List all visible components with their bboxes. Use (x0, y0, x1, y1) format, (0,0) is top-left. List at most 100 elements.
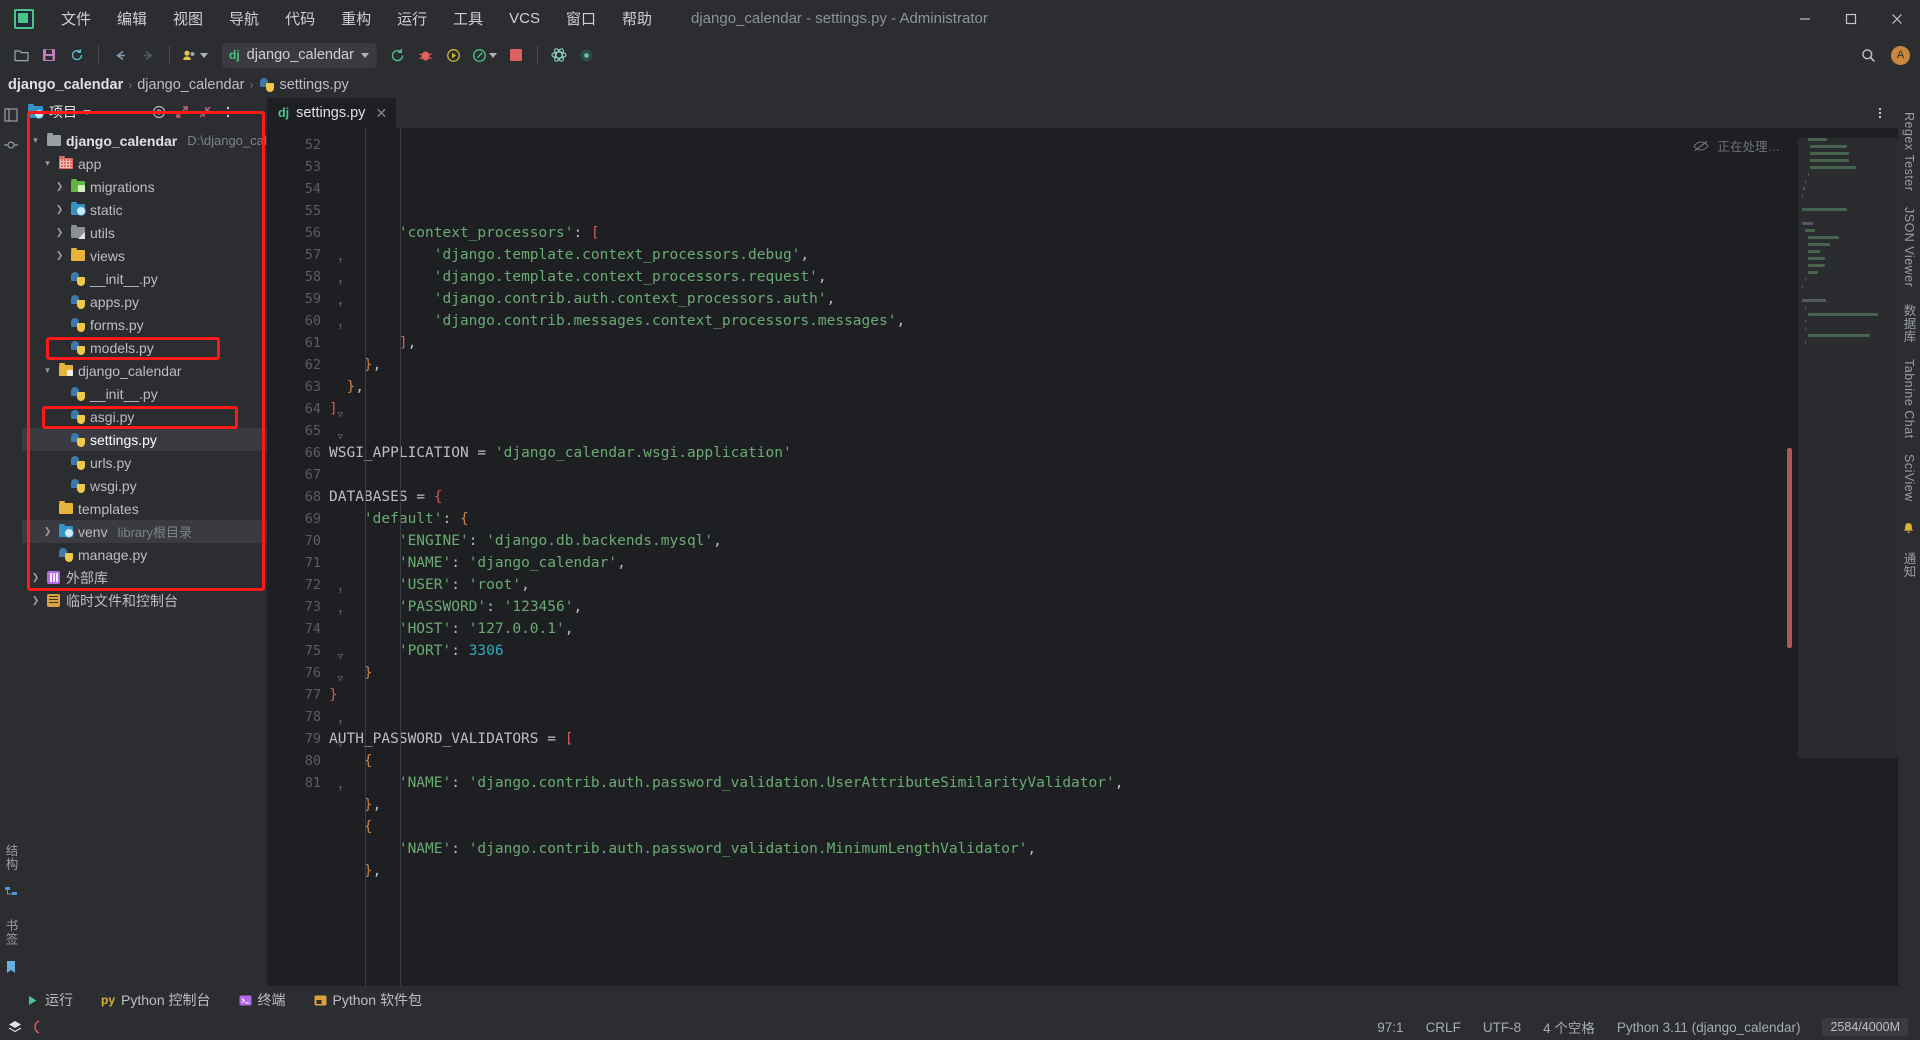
rerun-icon[interactable] (385, 42, 411, 68)
menu-item-tools[interactable]: 工具 (440, 4, 496, 33)
search-icon[interactable] (1855, 42, 1881, 68)
structure-tool-label[interactable]: 结构 (2, 844, 21, 871)
line-number[interactable]: 69 (267, 508, 329, 530)
menu-item-window[interactable]: 窗口 (553, 4, 609, 33)
line-number[interactable]: 73 ↑ (267, 596, 343, 618)
sciview-tool-label[interactable]: SciView (1902, 454, 1916, 502)
project-tree[interactable]: ▾ django_calendar D:\django_calendar ▾ app ❯ m… (22, 126, 267, 986)
tree-node-urls-py[interactable]: urls.py (22, 451, 267, 474)
code-editor[interactable]: 52 53 54 55 56 57 ↑ 58 ↑ 59 ↑ 60 ↑ 61 62 63 64 ▽ 65 ▽ 66 67 68… (267, 128, 1898, 986)
bottom-tab-python-console[interactable]: py Python 控制台 (97, 988, 215, 1012)
menu-item-help[interactable]: 帮助 (609, 4, 665, 33)
line-number[interactable]: 74 (267, 618, 329, 640)
chevron-right-icon[interactable]: ❯ (54, 227, 65, 238)
code-line[interactable] (329, 706, 1798, 728)
breadcrumb-root[interactable]: django_calendar (8, 77, 123, 93)
editor-minimap[interactable] (1798, 128, 1898, 986)
code-line[interactable]: 'default': { (329, 508, 1798, 530)
tree-node-utils[interactable]: ❯ utils (22, 221, 267, 244)
menu-item-vcs[interactable]: VCS (496, 6, 553, 31)
tree-node-django_calendar[interactable]: ▾ django_calendar (22, 359, 267, 382)
json-viewer-tool-label[interactable]: JSON Viewer (1902, 207, 1916, 287)
stop-icon[interactable] (503, 42, 529, 68)
code-line[interactable] (329, 464, 1798, 486)
code-line[interactable]: 'django.contrib.messages.context_process… (329, 310, 1798, 332)
code-line[interactable]: 'PORT': 3306 (329, 640, 1798, 662)
line-separator[interactable]: CRLF (1426, 1020, 1461, 1035)
code-line[interactable]: 'ENGINE': 'django.db.backends.mysql', (329, 530, 1798, 552)
tree-node-settings-py[interactable]: settings.py (22, 428, 267, 451)
line-number[interactable]: 65 ▽ (267, 420, 343, 442)
line-number[interactable]: 60 ↑ (267, 310, 343, 332)
python-interpreter[interactable]: Python 3.11 (django_calendar) (1617, 1020, 1801, 1035)
line-number[interactable]: 80 (267, 750, 329, 772)
hide-panel-icon[interactable] (241, 102, 261, 122)
code-line[interactable]: }, (329, 794, 1798, 816)
tree-node--[interactable]: ❯ 临时文件和控制台 (22, 589, 267, 612)
code-line[interactable]: } (329, 662, 1798, 684)
chevron-down-icon[interactable]: ▾ (30, 135, 41, 146)
line-number[interactable]: 59 ↑ (267, 288, 343, 310)
chevron-right-icon[interactable]: ❯ (54, 204, 65, 215)
menu-item-refactor[interactable]: 重构 (328, 4, 384, 33)
line-number[interactable]: 57 ↑ (267, 244, 343, 266)
code-line[interactable]: WSGI_APPLICATION = 'django_calendar.wsgi… (329, 442, 1798, 464)
tab-more-options-icon[interactable] (1870, 103, 1890, 123)
file-encoding[interactable]: UTF-8 (1483, 1020, 1521, 1035)
vcs-update-icon[interactable] (178, 42, 212, 68)
tree-node-__init__-py[interactable]: __init__.py (22, 267, 267, 290)
tree-node-django_calendar[interactable]: ▾ django_calendar D:\django_calendar (22, 129, 267, 152)
editor-scrollbar-thumb[interactable] (1787, 448, 1792, 648)
tree-node-app[interactable]: ▾ app (22, 152, 267, 175)
code-line[interactable]: }, (329, 860, 1798, 882)
code-line[interactable]: }, (329, 376, 1798, 398)
sync-icon[interactable] (64, 42, 90, 68)
code-line[interactable]: 'django.template.context_processors.requ… (329, 266, 1798, 288)
python-packages-icon[interactable] (546, 42, 572, 68)
notifications-icon[interactable] (1902, 522, 1916, 536)
code-line[interactable]: 'PASSWORD': '123456', (329, 596, 1798, 618)
breadcrumb-file[interactable]: settings.py (279, 77, 348, 93)
editor-tab-settings-py[interactable]: dj settings.py ✕ (267, 98, 397, 128)
tree-node--[interactable]: ❯ 外部库 (22, 566, 267, 589)
code-line[interactable]: ], (329, 332, 1798, 354)
line-number[interactable]: 72 ↑ (267, 574, 343, 596)
project-scope-chevron-icon[interactable] (83, 109, 91, 115)
chevron-right-icon[interactable]: ❯ (30, 572, 41, 583)
line-number[interactable]: 79 ▽ (267, 728, 343, 750)
line-number[interactable]: 55 (267, 200, 329, 222)
commit-tool-icon[interactable] (4, 138, 18, 152)
line-number[interactable]: 75 ▽ (267, 640, 343, 662)
database-tool-label[interactable]: 数据库 (1900, 304, 1919, 343)
bottom-tab-python-packages[interactable]: Python 软件包 (310, 988, 426, 1012)
tree-node-views[interactable]: ❯ views (22, 244, 267, 267)
tree-node-asgi-py[interactable]: asgi.py (22, 405, 267, 428)
code-line[interactable]: { (329, 750, 1798, 772)
bottom-tab-run[interactable]: 运行 (22, 988, 77, 1012)
line-number[interactable]: 61 (267, 332, 329, 354)
code-line[interactable]: 'NAME': 'django_calendar', (329, 552, 1798, 574)
tree-node-wsgi-py[interactable]: wsgi.py (22, 474, 267, 497)
chevron-right-icon[interactable]: ❯ (42, 526, 53, 537)
tree-node-migrations[interactable]: ❯ migrations (22, 175, 267, 198)
line-number[interactable]: 68 (267, 486, 329, 508)
notifications-tool-label[interactable]: 通知 (1900, 552, 1919, 578)
chevron-right-icon[interactable]: ❯ (54, 250, 65, 261)
run-configuration-selector[interactable]: dj django_calendar (222, 42, 377, 68)
menu-item-code[interactable]: 代码 (272, 4, 328, 33)
more-options-icon[interactable] (218, 102, 238, 122)
code-line[interactable]: } (329, 684, 1798, 706)
code-line[interactable]: 'NAME': 'django.contrib.auth.password_va… (329, 772, 1798, 794)
line-number[interactable]: 78 ↑ (267, 706, 343, 728)
tree-node-manage-py[interactable]: manage.py (22, 543, 267, 566)
chevron-right-icon[interactable]: ❯ (30, 595, 41, 606)
bookmarks-tool-label[interactable]: 书签 (2, 919, 21, 946)
code-line[interactable]: 'django.template.context_processors.debu… (329, 244, 1798, 266)
tabnine-chat-tool-label[interactable]: Tabnine Chat (1902, 359, 1916, 439)
open-project-icon[interactable] (8, 42, 34, 68)
code-line[interactable]: }, (329, 354, 1798, 376)
code-line[interactable] (329, 420, 1798, 442)
code-line[interactable]: 'context_processors': [ (329, 222, 1798, 244)
menu-item-view[interactable]: 视图 (160, 4, 216, 33)
code-line[interactable]: 'USER': 'root', (329, 574, 1798, 596)
